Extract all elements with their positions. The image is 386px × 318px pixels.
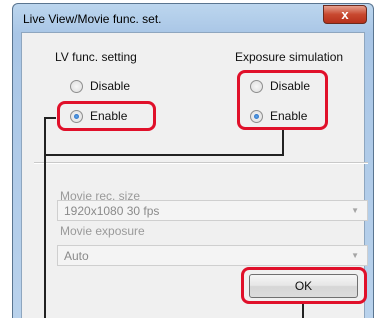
close-button[interactable]: x — [323, 5, 367, 24]
movie-exposure-value: Auto — [64, 249, 89, 263]
callout-line-ok — [302, 302, 304, 318]
highlight-ok-button — [241, 267, 367, 304]
lv-disable-label: Disable — [90, 79, 131, 93]
radio-icon — [70, 79, 83, 93]
chevron-down-icon: ▼ — [351, 206, 359, 215]
movie-rec-size-value: 1920x1080 30 fps — [64, 204, 160, 218]
callout-line-lv — [44, 118, 46, 318]
highlight-lv-enable — [57, 101, 156, 131]
callout-line-horizontal — [44, 154, 284, 156]
callout-line-exposure — [282, 128, 284, 156]
highlight-exposure-simulation — [237, 70, 328, 130]
window-title: Live View/Movie func. set. — [23, 12, 162, 26]
divider — [34, 162, 368, 164]
movie-exposure-label: Movie exposure — [60, 224, 145, 238]
lv-func-setting-title: LV func. setting — [55, 50, 137, 64]
callout-line-lv-stub — [44, 117, 56, 119]
movie-rec-size-select[interactable]: 1920x1080 30 fps ▼ — [57, 200, 368, 221]
movie-exposure-select[interactable]: Auto ▼ — [57, 245, 368, 266]
lv-disable-radio[interactable]: Disable — [70, 79, 130, 93]
chevron-down-icon: ▼ — [351, 251, 359, 260]
exposure-simulation-title: Exposure simulation — [235, 50, 344, 64]
close-icon: x — [341, 7, 349, 22]
title-bar[interactable]: Live View/Movie func. set. x — [13, 4, 373, 32]
